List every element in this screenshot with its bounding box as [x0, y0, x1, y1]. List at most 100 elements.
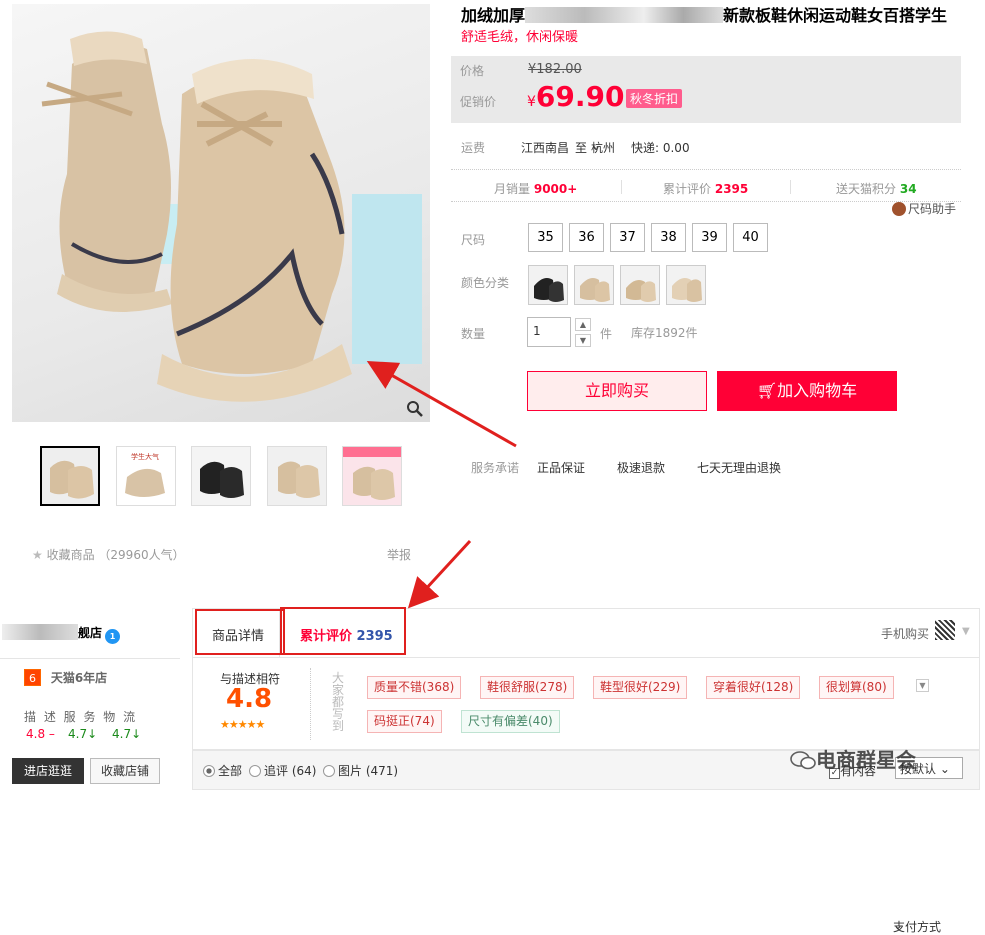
filter-all-label: 全部: [218, 764, 243, 778]
thumbnail-2[interactable]: 学生大气: [116, 446, 176, 506]
main-product-image[interactable]: [12, 4, 430, 422]
chevron-down-icon: ▼: [962, 626, 970, 637]
down-arrow-icon: ↓: [87, 727, 98, 741]
buy-now-button[interactable]: 立即购买: [527, 371, 707, 411]
report-link[interactable]: 举报: [387, 546, 411, 563]
watermark: 电商群星会: [790, 744, 916, 773]
dsr-value: 4.7: [68, 727, 88, 741]
add-to-cart-label: 加入购物车: [777, 381, 858, 400]
radio-icon: [249, 765, 261, 777]
stock-count: 库存1892件: [631, 326, 698, 340]
thumbnail-3[interactable]: [191, 446, 251, 506]
promo-badge: 秋冬折扣: [626, 89, 683, 108]
review-tag[interactable]: 质量不错(368): [367, 676, 462, 699]
add-to-cart-button[interactable]: 🛒︎加入购物车: [717, 371, 897, 411]
promo-price-value: 69.90: [535, 80, 625, 113]
impression-side-label: 大家都写到: [332, 671, 345, 733]
shipping-to-word: 至: [575, 141, 588, 155]
service-item[interactable]: 七天无理由退换: [697, 459, 781, 476]
review-tag[interactable]: 鞋型很好(229): [593, 676, 688, 699]
service-item[interactable]: 极速退款: [617, 459, 665, 476]
size-option[interactable]: 40: [733, 223, 768, 252]
shop-name-suffix: 舰店: [78, 626, 103, 640]
thumbnail-strip: 学生大气: [40, 446, 410, 506]
mobile-buy-link[interactable]: 手机购买: [881, 625, 929, 642]
expand-tags-button[interactable]: ▼: [916, 679, 929, 692]
shop-age-number: 6: [24, 669, 41, 686]
filter-append-label: 追评 (64): [264, 764, 317, 778]
dsr-service: 4.7↓: [68, 727, 97, 741]
dsr-description: 4.8 –: [26, 727, 55, 741]
favorite-shop-button[interactable]: 收藏店铺: [90, 758, 160, 784]
divider: [0, 658, 180, 659]
original-price: ¥182.00: [528, 62, 582, 77]
color-option-beige-2[interactable]: [620, 265, 660, 305]
size-helper-button[interactable]: 尺码助手: [892, 200, 956, 217]
product-title: 加绒加厚 新款板鞋休闲运动鞋女百搭学生: [461, 2, 961, 26]
quantity-input[interactable]: 1: [527, 317, 571, 347]
points-label: 送天猫积分: [836, 182, 897, 196]
size-option[interactable]: 39: [692, 223, 727, 252]
highlight-box: [195, 609, 285, 655]
points-value: 34: [899, 182, 917, 196]
blurred-brand: [525, 7, 724, 23]
price-label: 价格: [460, 64, 485, 78]
favorite-product-link[interactable]: ★ 收藏商品 （29960人气）: [32, 546, 185, 563]
size-option[interactable]: 36: [569, 223, 604, 252]
quantity-unit: 件: [600, 327, 613, 341]
review-tag[interactable]: 穿着很好(128): [706, 676, 801, 699]
review-tag[interactable]: 码挺正(74): [367, 710, 442, 733]
qr-code-icon[interactable]: [935, 620, 955, 640]
reviews-value: 2395: [714, 182, 749, 196]
filter-all[interactable]: 全部: [203, 762, 242, 779]
size-option[interactable]: 37: [610, 223, 645, 252]
color-option-beige-3[interactable]: [666, 265, 706, 305]
filter-pictures[interactable]: 图片 (471): [323, 762, 398, 779]
divider: [790, 180, 791, 194]
review-count[interactable]: 累计评价 2395: [663, 180, 748, 197]
thumbnail-4[interactable]: [267, 446, 327, 506]
title-right: 新款板鞋休闲运动鞋女百搭学生: [723, 6, 948, 25]
dsr-value: 4.7: [112, 727, 132, 741]
size-option[interactable]: 38: [651, 223, 686, 252]
monthly-value: 9000+: [533, 182, 578, 196]
tmall-points: 送天猫积分 34: [836, 180, 917, 197]
currency-symbol: ¥: [527, 94, 536, 110]
quantity-increase-button[interactable]: ▲: [575, 318, 591, 331]
tmall-shop-age-badge: 6 天猫6年店: [24, 669, 107, 686]
color-label: 颜色分类: [461, 276, 510, 290]
dsr-value: 4.8: [26, 727, 46, 741]
radio-selected-icon: [203, 765, 215, 777]
review-tag[interactable]: 很划算(80): [819, 676, 894, 699]
thumbnail-5[interactable]: [342, 446, 402, 506]
star-icon: ★: [32, 548, 43, 562]
down-arrow-icon: ↓: [131, 727, 142, 741]
quantity-decrease-button[interactable]: ▼: [575, 334, 591, 347]
promo-label: 促销价: [460, 95, 497, 109]
size-option[interactable]: 35: [528, 223, 563, 252]
promo-price: ¥69.90: [527, 80, 625, 113]
express-fee: 快递: 0.00: [631, 141, 690, 155]
review-tag-negative[interactable]: 尺寸有偏差(40): [461, 710, 560, 733]
reviews-label: 累计评价: [663, 182, 712, 196]
color-option-black[interactable]: [528, 265, 568, 305]
blurred-shop-prefix: [2, 624, 78, 640]
color-option-beige-1[interactable]: [574, 265, 614, 305]
divider: [621, 180, 622, 194]
enter-shop-button[interactable]: 进店逛逛: [12, 758, 84, 784]
match-score: 4.8: [226, 684, 273, 714]
ruler-icon: [892, 202, 906, 216]
dsr-header: 描 述 服 务 物 流: [24, 710, 138, 724]
highlight-box: [280, 607, 406, 655]
zoom-icon[interactable]: [406, 400, 424, 418]
cart-icon: 🛒︎: [756, 381, 778, 400]
divider: [310, 668, 311, 740]
service-item[interactable]: 正品保证: [537, 459, 585, 476]
shop-name[interactable]: 舰店 1: [2, 624, 121, 644]
chevron-down-icon: ⌄: [893, 918, 904, 932]
filter-append[interactable]: 追评 (64): [249, 762, 316, 779]
thumbnail-1[interactable]: [40, 446, 100, 506]
product-subtitle: 舒适毛绒，休闲保暖: [461, 30, 579, 45]
review-tag[interactable]: 鞋很舒服(278): [480, 676, 575, 699]
dsr-logistics: 4.7↓: [112, 727, 141, 741]
